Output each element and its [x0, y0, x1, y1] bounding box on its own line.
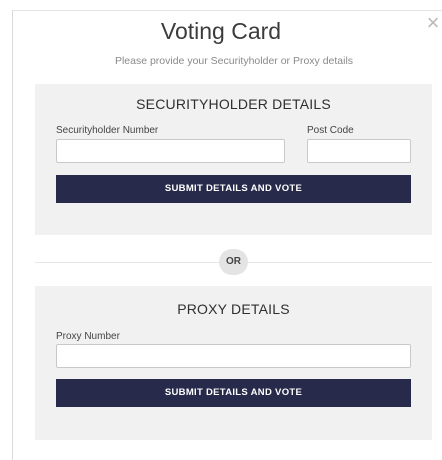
securityholder-heading: SECURITYHOLDER DETAILS: [136, 96, 331, 112]
proxy-heading: PROXY DETAILS: [177, 301, 290, 317]
securityholder-panel: SECURITYHOLDER DETAILS Securityholder Nu…: [35, 84, 432, 235]
proxy-number-field[interactable]: [56, 344, 411, 368]
dialog-title: Voting Card: [160, 18, 282, 44]
securityholder-number-field[interactable]: [56, 139, 285, 163]
postcode-field[interactable]: [307, 139, 411, 163]
postcode-label: Post Code: [307, 125, 354, 136]
or-divider-badge: OR: [219, 249, 248, 275]
dialog-subtitle: Please provide your Securityholder or Pr…: [114, 55, 354, 67]
securityholder-number-label: Securityholder Number: [56, 125, 159, 136]
securityholder-submit-button[interactable]: SUBMIT DETAILS AND VOTE: [56, 175, 411, 203]
proxy-panel: PROXY DETAILS Proxy Number SUBMIT DETAIL…: [35, 286, 432, 440]
proxy-submit-button[interactable]: SUBMIT DETAILS AND VOTE: [56, 379, 411, 407]
proxy-number-label: Proxy Number: [56, 331, 120, 342]
